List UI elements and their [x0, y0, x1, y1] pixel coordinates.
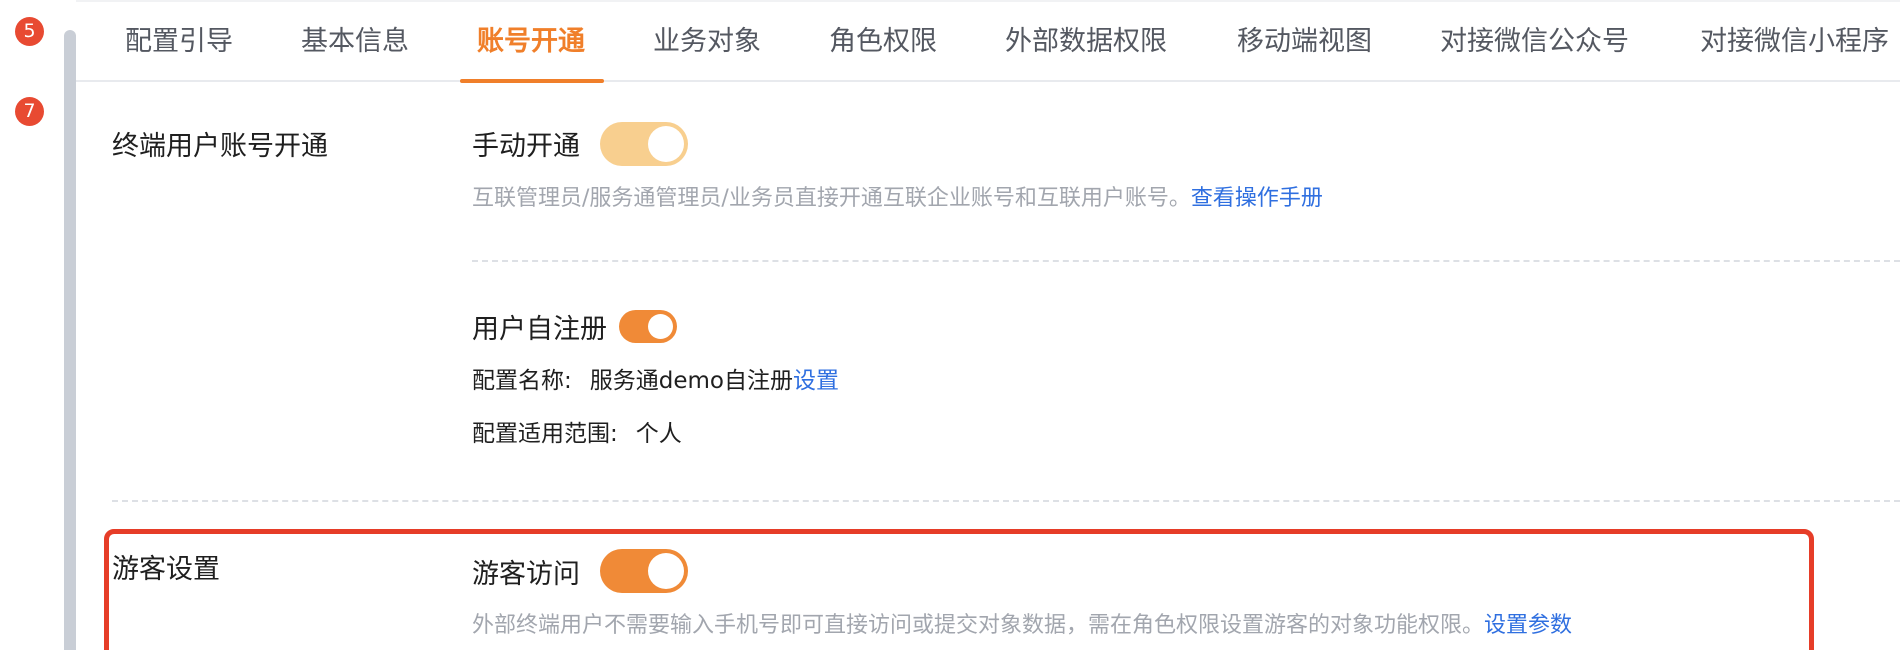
left-gutter: 5 7: [0, 0, 76, 650]
config-name-row: 配置名称: 服务通demo自注册设置: [472, 361, 839, 395]
guest-visit-title: 游客访问: [472, 559, 580, 590]
manual-open-toggle[interactable]: [600, 122, 688, 166]
manual-open-desc-text: 互联管理员/服务通管理员/业务员直接开通互联企业账号和互联用户账号。: [472, 186, 1191, 211]
config-scope-value: 个人: [635, 421, 682, 447]
set-parameters-link[interactable]: 设置参数: [1484, 613, 1572, 638]
manual-open-description: 互联管理员/服务通管理员/业务员直接开通互联企业账号和互联用户账号。查看操作手册: [472, 180, 1323, 212]
tab-bar: 配置引导 基本信息 账号开通 业务对象 角色权限 外部数据权限 移动端视图 对接…: [76, 0, 1900, 84]
tab-business-objects[interactable]: 业务对象: [653, 2, 761, 84]
toggle-knob: [648, 553, 684, 589]
view-manual-link[interactable]: 查看操作手册: [1191, 186, 1323, 211]
tab-external-data-permissions[interactable]: 外部数据权限: [1005, 2, 1167, 84]
config-name-label: 配置名称:: [472, 368, 572, 394]
tab-config-guide[interactable]: 配置引导: [125, 2, 233, 84]
step-badge-5[interactable]: 5: [15, 17, 44, 46]
section-label-guest: 游客设置: [112, 554, 220, 585]
guest-visit-description: 外部终端用户不需要输入手机号即可直接访问或提交对象数据，需在角色权限设置游客的对…: [472, 607, 1572, 639]
step-badge-7[interactable]: 7: [15, 97, 44, 126]
divider: [472, 260, 1900, 262]
vertical-scrollbar[interactable]: [64, 30, 76, 650]
config-scope-label: 配置适用范围:: [472, 421, 618, 447]
tab-role-permissions[interactable]: 角色权限: [829, 2, 937, 84]
guest-visit-desc-text: 外部终端用户不需要输入手机号即可直接访问或提交对象数据，需在角色权限设置游客的对…: [472, 613, 1485, 638]
section-label-account: 终端用户账号开通: [112, 131, 328, 162]
section-divider: [112, 500, 1900, 502]
tab-basic-info[interactable]: 基本信息: [301, 2, 409, 84]
manual-open-title: 手动开通: [472, 131, 580, 162]
toggle-knob: [648, 314, 673, 339]
tab-wechat-mini-program[interactable]: 对接微信小程序: [1700, 2, 1889, 84]
self-register-title: 用户自注册: [472, 314, 607, 345]
config-scope-row: 配置适用范围: 个人: [472, 414, 682, 448]
app-window: 5 7 配置引导 基本信息 账号开通 业务对象 角色权限 外部数据权限 移动端视…: [0, 0, 1900, 650]
toggle-knob: [648, 126, 684, 162]
tab-account-open[interactable]: 账号开通: [477, 2, 585, 84]
main-content: 配置引导 基本信息 账号开通 业务对象 角色权限 外部数据权限 移动端视图 对接…: [76, 0, 1900, 650]
active-tab-indicator: [460, 79, 604, 83]
config-name-settings-link[interactable]: 设置: [793, 368, 839, 394]
tab-wechat-official-account[interactable]: 对接微信公众号: [1440, 2, 1629, 84]
guest-visit-toggle[interactable]: [600, 549, 688, 593]
tab-mobile-view[interactable]: 移动端视图: [1237, 2, 1372, 84]
config-name-value: 服务通demo自注册: [589, 368, 793, 394]
self-register-toggle[interactable]: [619, 310, 677, 343]
